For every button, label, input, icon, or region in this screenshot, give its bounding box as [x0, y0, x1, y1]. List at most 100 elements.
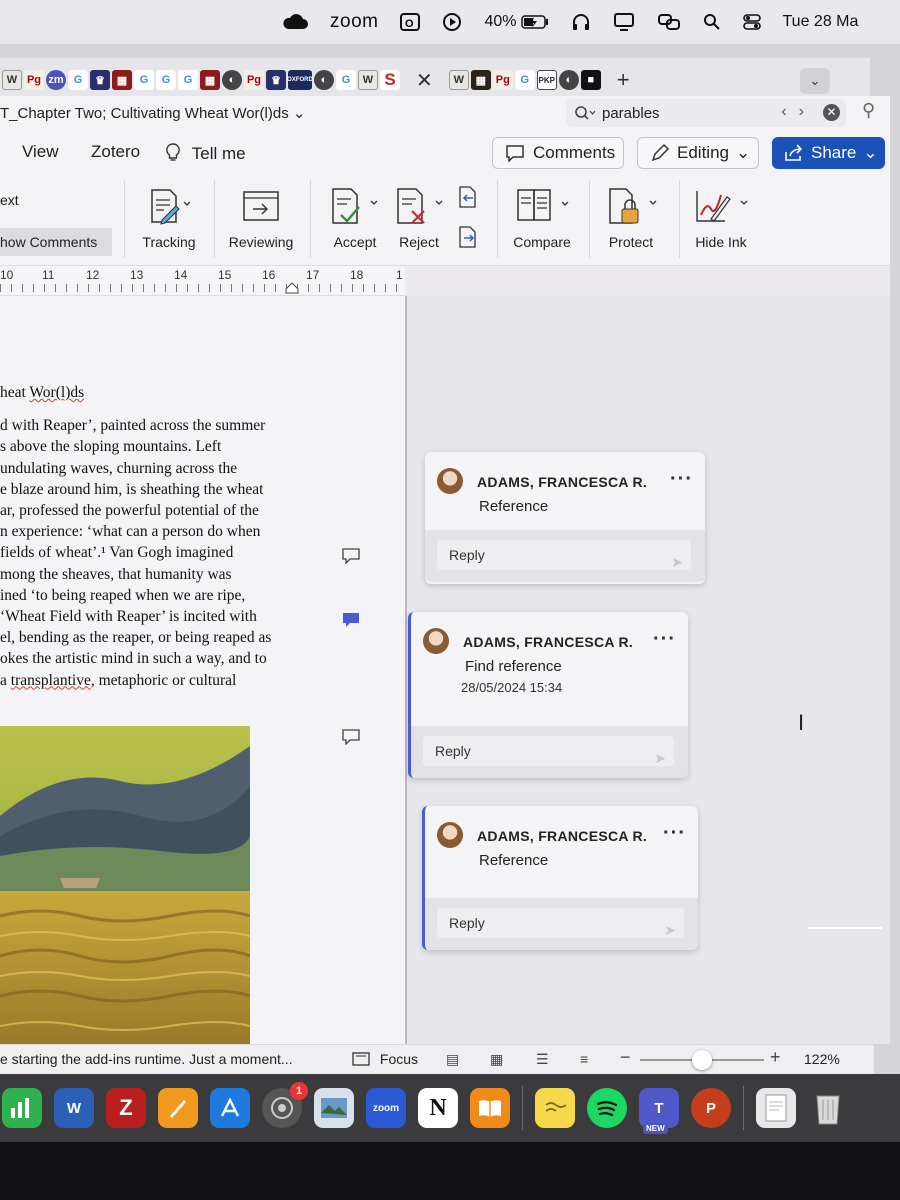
- cloud-icon[interactable]: [282, 14, 308, 30]
- comments-button[interactable]: Comments: [492, 137, 624, 169]
- favicon[interactable]: W: [358, 70, 378, 90]
- favicon[interactable]: ♛: [266, 70, 286, 90]
- favicon[interactable]: Pg: [244, 70, 264, 90]
- zoom-menubar-label[interactable]: zoom: [330, 11, 378, 33]
- comment-card[interactable]: ADAMS, FRANCESCA R. ··· Reference Reply ➤: [422, 806, 698, 950]
- comment-marker-active-icon[interactable]: [342, 612, 360, 628]
- outlook-icon[interactable]: O: [400, 12, 421, 32]
- tell-me[interactable]: Tell me: [165, 142, 246, 164]
- battery-status[interactable]: 40%: [484, 13, 548, 31]
- chevron-down-icon[interactable]: ⌄: [800, 68, 830, 94]
- trash-icon[interactable]: [808, 1088, 848, 1128]
- print-layout-icon[interactable]: ▤: [446, 1051, 459, 1068]
- zotero-app-icon[interactable]: Z: [106, 1088, 146, 1128]
- comment-marker-icon[interactable]: [342, 729, 360, 745]
- collaborate-icon[interactable]: ⚲: [862, 100, 875, 121]
- clear-search-icon[interactable]: ✕: [823, 104, 840, 121]
- new-tab-icon[interactable]: +: [617, 67, 630, 93]
- close-tab-icon[interactable]: ✕: [416, 68, 433, 93]
- next-change-icon[interactable]: [456, 224, 480, 255]
- outline-view-icon[interactable]: ☰: [536, 1051, 549, 1068]
- focus-mode-button[interactable]: Focus: [352, 1051, 418, 1067]
- zoom-out-icon[interactable]: −: [620, 1047, 631, 1068]
- send-icon[interactable]: ➤: [671, 547, 683, 577]
- reviewing-button[interactable]: Reviewing: [225, 184, 297, 250]
- protect-button[interactable]: Protect: [604, 184, 658, 250]
- favicon[interactable]: G: [178, 70, 198, 90]
- reply-field[interactable]: Reply ➤: [437, 908, 684, 938]
- favicon[interactable]: PKP: [536, 70, 557, 90]
- editing-mode-button[interactable]: Editing ⌄: [637, 137, 759, 169]
- teams-app-icon[interactable]: T NEW: [639, 1088, 679, 1134]
- spotify-app-icon[interactable]: [587, 1088, 627, 1128]
- favicon[interactable]: zm: [46, 70, 66, 90]
- wheat-field-painting[interactable]: [0, 726, 250, 1044]
- favicon[interactable]: Pg: [492, 70, 513, 90]
- zoom-percentage[interactable]: 122%: [804, 1051, 840, 1067]
- favicon[interactable]: ▦: [200, 70, 220, 90]
- show-comments-dropdown[interactable]: how Comments ⌄: [0, 228, 112, 278]
- favicon[interactable]: Pg: [24, 70, 44, 90]
- tab-zotero[interactable]: Zotero: [91, 142, 140, 162]
- favicon[interactable]: ♛: [90, 70, 110, 90]
- pages-app-icon[interactable]: [158, 1088, 198, 1128]
- comment-card-active[interactable]: ADAMS, FRANCESCA R. ··· Find reference 2…: [408, 612, 688, 778]
- menubar-clock[interactable]: Tue 28 Ma: [783, 13, 859, 31]
- downloads-stack-icon[interactable]: [756, 1088, 796, 1128]
- document-body[interactable]: heat Wor(l)ds d with Reaper’, painted ac…: [0, 382, 300, 691]
- document-title[interactable]: T_Chapter Two; Cultivating Wheat Wor(l)d…: [0, 104, 305, 122]
- zoom-in-icon[interactable]: +: [770, 1047, 781, 1068]
- accept-button[interactable]: Accept: [326, 184, 384, 250]
- compare-button[interactable]: Compare: [510, 184, 574, 250]
- favicon[interactable]: G: [68, 70, 88, 90]
- search-input[interactable]: parables ‹› ✕: [566, 99, 846, 127]
- reject-button[interactable]: Reject: [394, 184, 444, 250]
- powerpoint-app-icon[interactable]: P: [691, 1088, 731, 1128]
- spotlight-search-icon[interactable]: [703, 13, 721, 31]
- favicon[interactable]: G: [134, 70, 154, 90]
- reply-field[interactable]: Reply ➤: [423, 736, 674, 766]
- favicon[interactable]: G: [514, 70, 535, 90]
- reply-field[interactable]: Reply ➤: [437, 540, 691, 570]
- favicon[interactable]: S: [380, 70, 400, 90]
- play-circle-icon[interactable]: [442, 12, 462, 32]
- favicon[interactable]: ■: [580, 70, 601, 90]
- headphones-icon[interactable]: [571, 12, 591, 32]
- favicon[interactable]: ▦: [112, 70, 132, 90]
- horizontal-ruler[interactable]: 10 11 12 13 14 15 16 17 18 1: [0, 266, 405, 296]
- stickies-app-icon[interactable]: [535, 1088, 575, 1128]
- share-button[interactable]: Share ⌄: [772, 137, 885, 169]
- notion-app-icon[interactable]: N: [418, 1088, 458, 1128]
- comment-marker-icon[interactable]: [342, 548, 360, 564]
- tracking-button[interactable]: Tracking: [138, 184, 200, 250]
- previous-change-icon[interactable]: [456, 184, 480, 215]
- favicon[interactable]: ◐: [222, 70, 242, 90]
- search-prev-next-icons[interactable]: ‹›: [781, 103, 816, 121]
- favicon[interactable]: ◐: [558, 70, 579, 90]
- send-icon[interactable]: ➤: [664, 915, 676, 945]
- tab-view[interactable]: View: [22, 142, 59, 162]
- favicon[interactable]: ◐: [314, 70, 334, 90]
- books-app-icon[interactable]: [470, 1088, 510, 1128]
- system-settings-icon[interactable]: 1: [262, 1082, 308, 1128]
- preview-app-icon[interactable]: [314, 1088, 354, 1128]
- favicon[interactable]: G: [336, 70, 356, 90]
- word-app-icon[interactable]: W: [54, 1088, 94, 1128]
- more-options-icon[interactable]: ···: [653, 628, 676, 651]
- right-indent-marker[interactable]: [285, 282, 299, 294]
- favicon[interactable]: ▦: [470, 70, 491, 90]
- draft-view-icon[interactable]: ≡: [580, 1051, 588, 1067]
- favicon[interactable]: OXFORD: [287, 70, 313, 90]
- zoom-slider[interactable]: [640, 1050, 764, 1070]
- more-options-icon[interactable]: ···: [670, 468, 693, 491]
- web-layout-icon[interactable]: ▦: [490, 1051, 503, 1068]
- zoom-slider-knob[interactable]: [692, 1050, 712, 1070]
- document-page[interactable]: heat Wor(l)ds d with Reaper’, painted ac…: [0, 296, 405, 1044]
- favicon[interactable]: W: [448, 70, 469, 90]
- more-options-icon[interactable]: ···: [663, 822, 686, 845]
- display-icon[interactable]: [613, 12, 635, 32]
- hide-ink-button[interactable]: Hide Ink: [690, 184, 752, 250]
- screen-mirroring-icon[interactable]: [657, 13, 681, 31]
- control-center-icon[interactable]: [742, 13, 761, 31]
- send-icon[interactable]: ➤: [654, 743, 666, 773]
